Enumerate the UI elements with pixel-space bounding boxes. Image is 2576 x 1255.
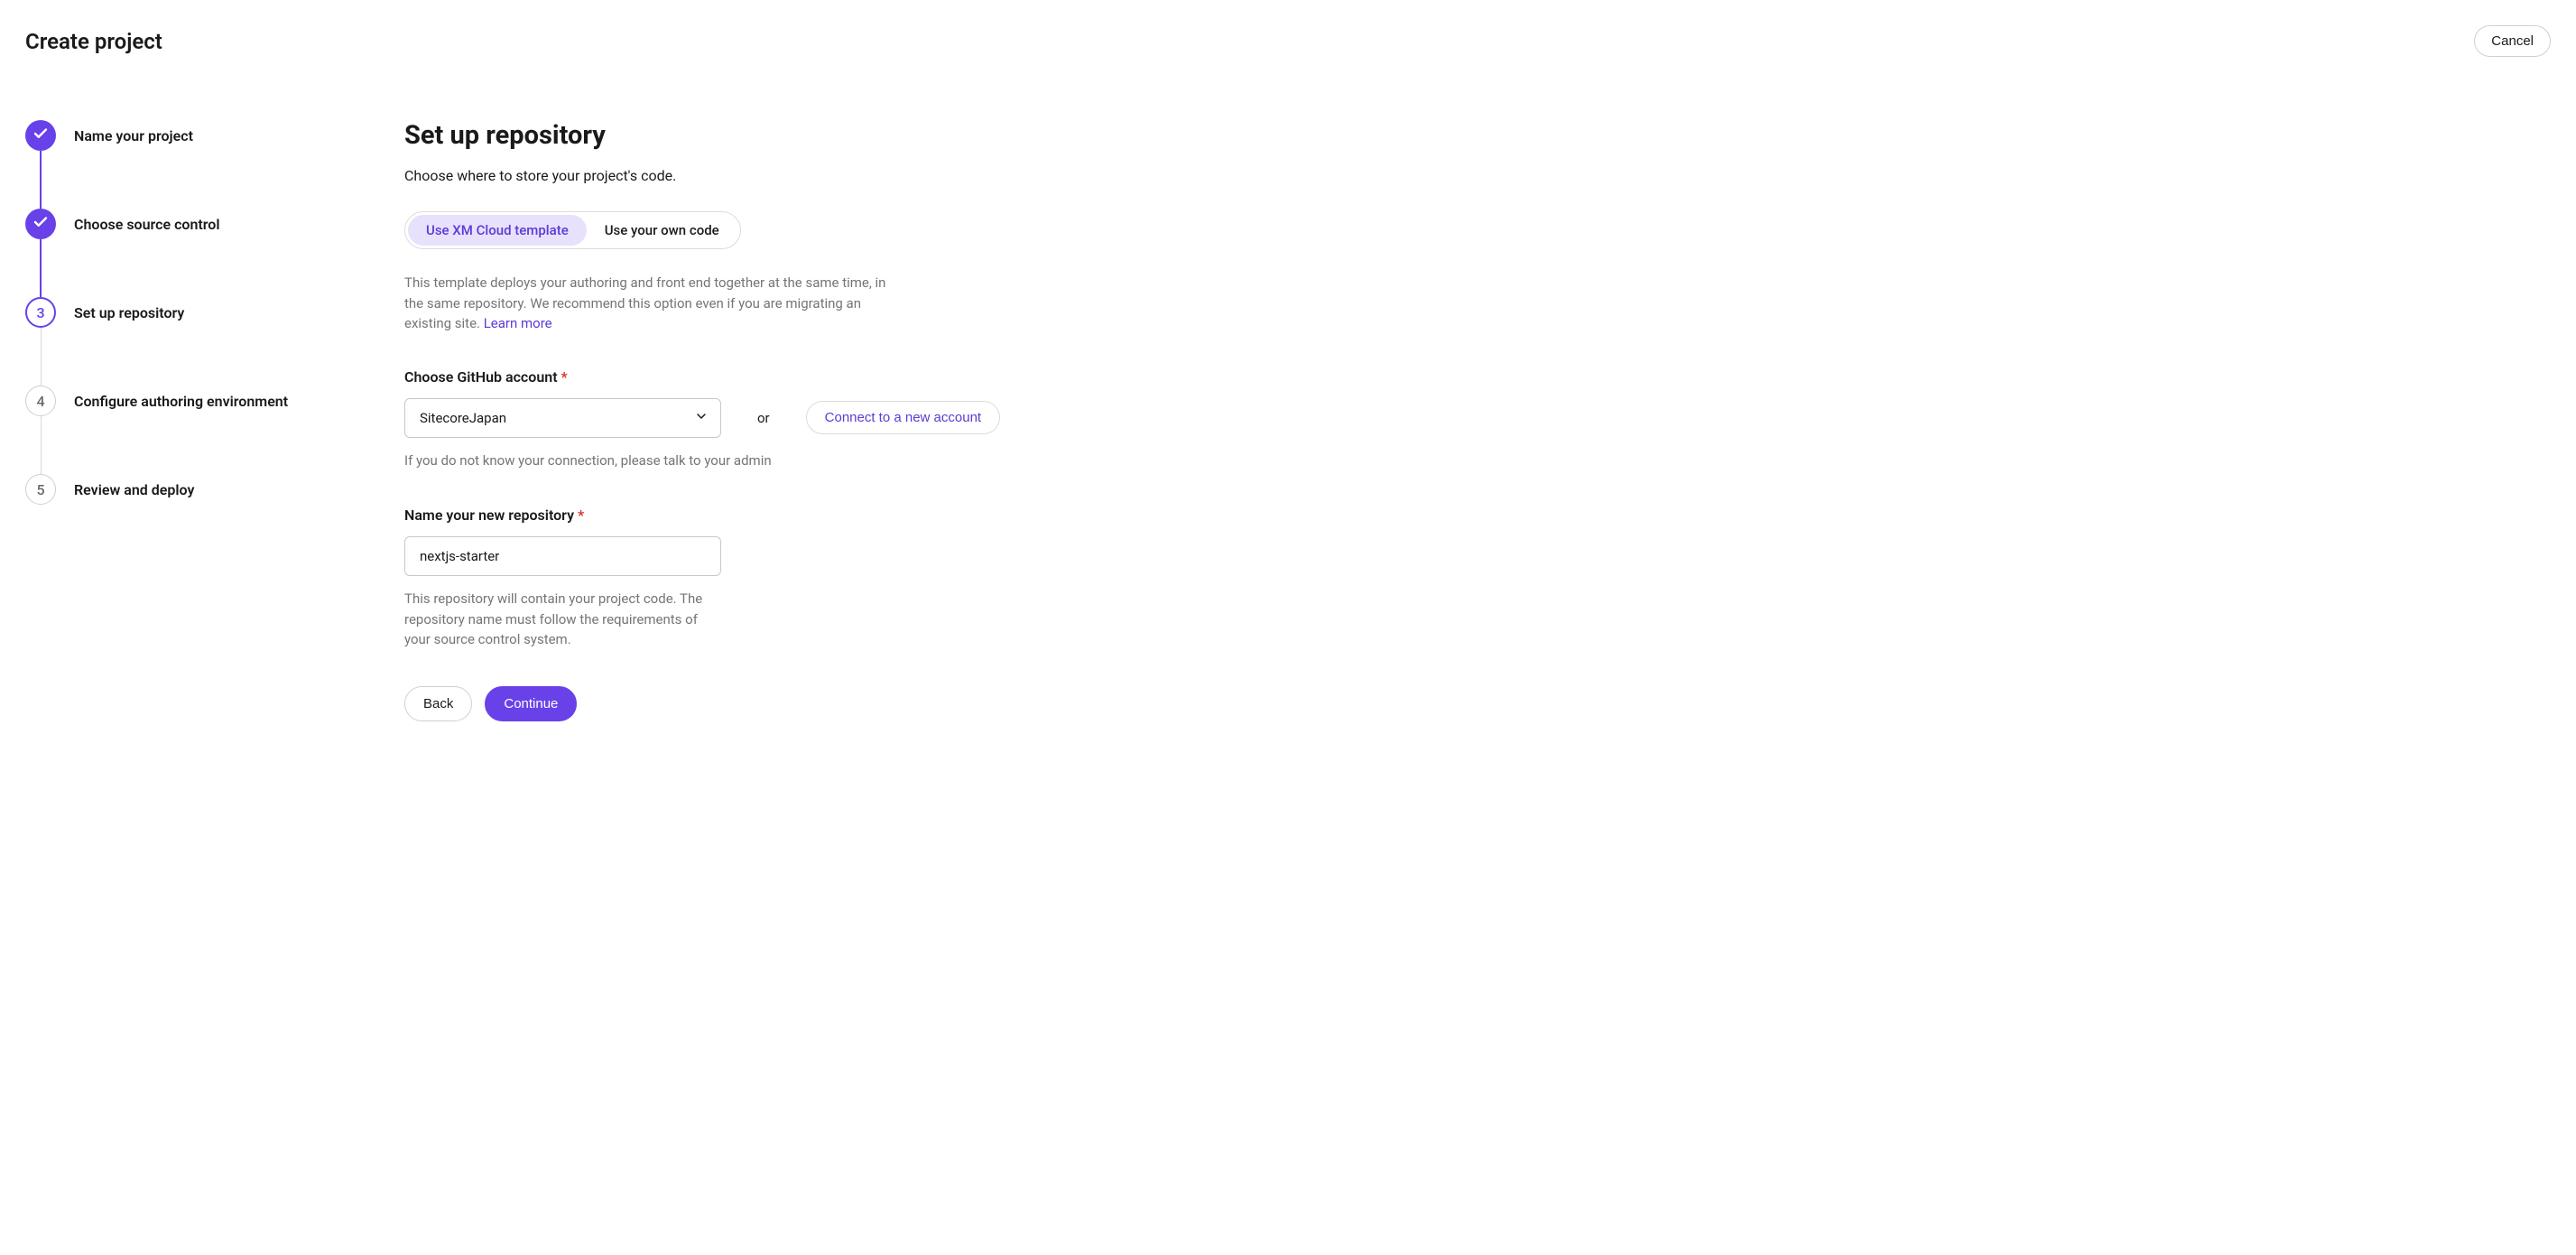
repository-name-field: Name your new repository * This reposito… [404,507,1036,650]
github-account-row: SitecoreJapan or Connect to a new accoun… [404,398,1036,438]
step-setup-repository[interactable]: 3 Set up repository [25,297,305,386]
page-title: Create project [25,29,162,54]
github-account-label-text: Choose GitHub account [404,368,558,386]
step-connector [41,416,42,474]
connect-new-account-button[interactable]: Connect to a new account [806,401,1000,434]
step-review-deploy[interactable]: 5 Review and deploy [25,474,305,505]
step-connector [40,151,42,209]
required-indicator: * [561,368,568,386]
step-label: Choose source control [74,216,220,233]
continue-button[interactable]: Continue [485,686,577,721]
code-source-toggle: Use XM Cloud template Use your own code [404,211,741,249]
step-indicator-done [25,209,56,239]
github-help-text: If you do not know your connection, plea… [404,451,1036,471]
step-label: Configure authoring environment [74,393,288,410]
toggle-template-option[interactable]: Use XM Cloud template [408,215,587,246]
step-label: Name your project [74,127,193,144]
cancel-button[interactable]: Cancel [2474,25,2551,57]
toggle-own-code-option[interactable]: Use your own code [587,215,737,246]
github-account-label: Choose GitHub account * [404,368,1036,386]
github-account-select-wrapper: SitecoreJapan [404,398,721,438]
template-description: This template deploys your authoring and… [404,273,892,334]
step-connector [41,328,42,386]
repository-name-label: Name your new repository * [404,507,1036,524]
learn-more-link[interactable]: Learn more [484,315,552,331]
main-content: Set up repository Choose where to store … [404,120,1036,721]
stepper: Name your project Choose source control … [25,120,305,721]
check-icon [32,214,49,234]
step-indicator-pending: 5 [25,474,56,505]
github-account-select[interactable]: SitecoreJapan [404,398,721,438]
step-name-project[interactable]: Name your project [25,120,305,209]
page-header: Create project Cancel [25,25,2551,57]
step-configure-environment[interactable]: 4 Configure authoring environment [25,386,305,474]
back-button[interactable]: Back [404,686,472,721]
step-connector [40,239,42,297]
repository-help-text: This repository will contain your projec… [404,589,711,650]
github-account-field: Choose GitHub account * SitecoreJapan or… [404,368,1036,471]
step-indicator-current: 3 [25,297,56,328]
template-description-text: This template deploys your authoring and… [404,274,885,331]
step-indicator-pending: 4 [25,386,56,416]
step-label: Review and deploy [74,481,194,498]
step-source-control[interactable]: Choose source control [25,209,305,297]
step-label: Set up repository [74,304,184,321]
repository-name-input[interactable] [404,536,721,576]
wizard-actions: Back Continue [404,686,1036,721]
section-subtitle: Choose where to store your project's cod… [404,167,1036,184]
section-title: Set up repository [404,120,1036,151]
required-indicator: * [578,507,584,524]
check-icon [32,126,49,145]
layout: Name your project Choose source control … [25,120,2551,721]
or-separator: or [757,410,770,426]
repository-name-label-text: Name your new repository [404,507,574,524]
step-indicator-done [25,120,56,151]
